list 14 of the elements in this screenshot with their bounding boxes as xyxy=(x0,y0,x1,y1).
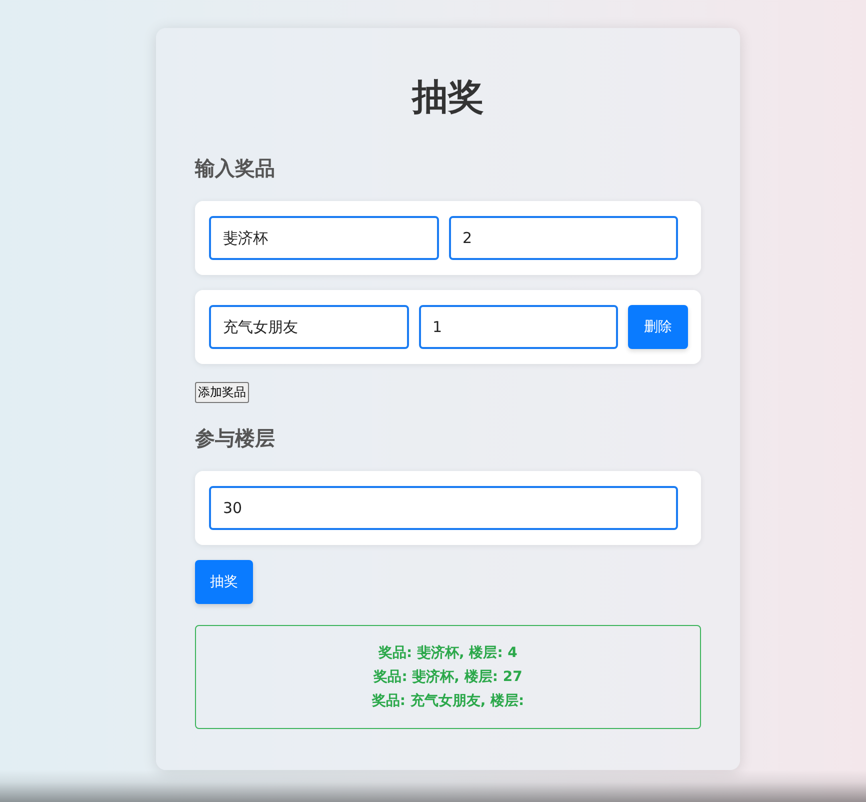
floor-count-field[interactable]: 30 xyxy=(209,486,678,530)
prize-count-field[interactable]: 1 xyxy=(418,305,618,349)
add-prize-button[interactable]: 添加奖品 xyxy=(195,382,249,403)
result-text: 奖品: 斐济杯, 楼层: 4 xyxy=(378,644,518,663)
section-heading: 参与楼层 xyxy=(195,426,275,450)
prize-count-field[interactable]: 2 xyxy=(448,216,678,260)
prize-name-field[interactable]: 斐济杯 xyxy=(209,216,438,260)
section-heading: 输入奖品 xyxy=(195,156,275,180)
result-text: 奖品: 斐济杯, 楼层: 27 xyxy=(374,668,522,687)
result-text: 奖品: 充气女朋友, 楼层: xyxy=(372,692,524,711)
delete-button[interactable]: 删除 xyxy=(628,305,688,349)
page-title: 抽奖 xyxy=(410,76,485,119)
draw-button[interactable]: 抽奖 xyxy=(195,560,253,604)
prize-name-field[interactable]: 充气女朋友 xyxy=(209,305,408,349)
